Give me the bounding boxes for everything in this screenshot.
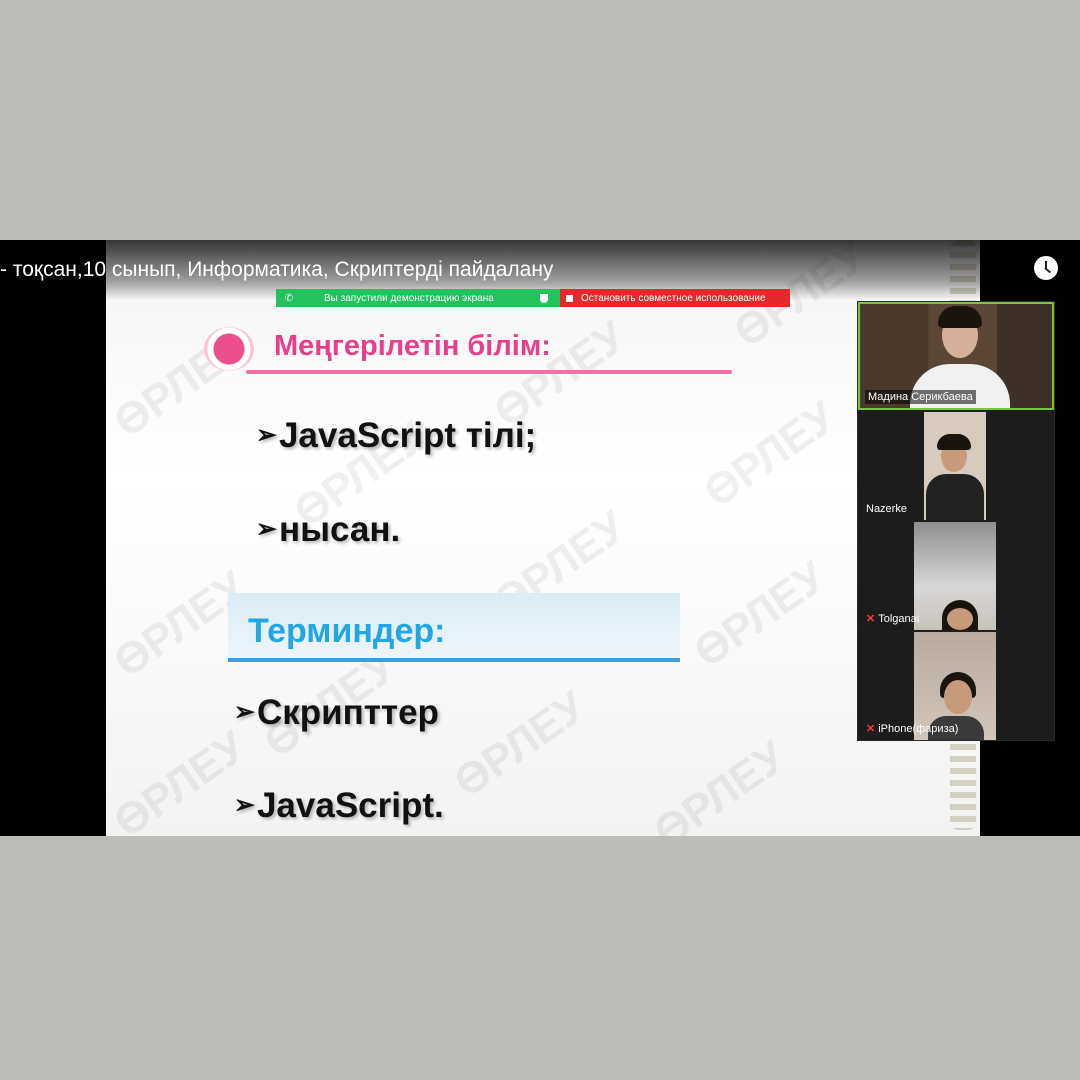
bullet-text: JavaScript тілі; (278, 416, 537, 455)
stop-share-button[interactable]: Остановить совместное использование (560, 289, 790, 307)
mic-off-icon: ✕ (866, 723, 876, 735)
share-status-label: Вы запустили демонстрацию экрана (324, 292, 494, 304)
term-text: JavaScript. (256, 786, 444, 825)
arrow-bullet-icon: ➢ (234, 791, 255, 819)
terms-underline (228, 658, 680, 662)
participant-clothes (926, 474, 984, 520)
participant-tile[interactable]: ✕ iPhone(фариза) (858, 632, 1054, 740)
participant-face (944, 680, 972, 714)
arrow-bullet-icon: ➢ (256, 515, 277, 543)
heading-underline (246, 370, 732, 374)
participant-hair (937, 434, 971, 450)
participant-video (914, 522, 996, 630)
stop-share-label: Остановить совместное использование (581, 292, 766, 304)
participant-hair (938, 306, 982, 328)
participant-tile[interactable]: Nazerke (858, 412, 1054, 520)
bullet-item: ➢JavaScript тілі; (256, 416, 536, 456)
phone-icon: ✆ (284, 292, 294, 304)
participant-name: ✕ iPhone(фариза) (863, 721, 961, 736)
watermark: ӨРЛЕУ (106, 721, 255, 836)
participant-name-text: iPhone(фариза) (878, 723, 959, 735)
participant-name: ✕ Tolganai (863, 611, 922, 626)
participant-face (947, 608, 973, 630)
heading-circle-icon (204, 327, 254, 371)
participant-name: Мадина Серикбаева (865, 390, 976, 404)
share-status: ✆ Вы запустили демонстрацию экрана (276, 289, 560, 307)
watermark: ӨРЛЕУ (695, 391, 845, 518)
presentation-slide: ӨРЛЕУ ӨРЛЕУ ӨРЛЕУ ӨРЛЕУ ӨРЛЕУ ӨРЛЕУ ӨРЛЕ… (106, 240, 980, 836)
bullet-text: нысан. (278, 510, 401, 549)
terms-heading: Терминдер: (248, 612, 446, 650)
mic-off-icon: ✕ (866, 613, 876, 625)
slide-heading: Меңгерілетін білім: (274, 330, 551, 362)
watermark: ӨРЛЕУ (445, 681, 595, 808)
participant-name-text: Tolganai (878, 613, 920, 625)
video-title: - тоқсан,10 сынып, Информатика, Скриптер… (0, 258, 554, 281)
participant-name: Nazerke (866, 503, 907, 515)
participant-tile[interactable]: ✕ Tolganai (858, 522, 1054, 630)
term-item: ➢JavaScript. (234, 786, 444, 826)
participants-panel: Мадина Серикбаева Nazerke ✕ Tolganai ✕ i… (857, 301, 1055, 741)
bullet-item: ➢нысан. (256, 510, 400, 550)
term-text: Скрипттер (256, 693, 439, 732)
watermark: ӨРЛЕУ (645, 731, 795, 836)
arrow-bullet-icon: ➢ (234, 698, 255, 726)
arrow-bullet-icon: ➢ (256, 421, 277, 449)
participant-video (924, 412, 986, 520)
term-item: ➢Скрипттер (234, 693, 439, 733)
participant-tile[interactable]: Мадина Серикбаева (858, 302, 1054, 410)
screen-share-view: ӨРЛЕУ ӨРЛЕУ ӨРЛЕУ ӨРЛЕУ ӨРЛЕУ ӨРЛЕУ ӨРЛЕ… (0, 240, 1080, 836)
screen-share-bar: ✆ Вы запустили демонстрацию экрана Остан… (276, 289, 790, 307)
stop-icon (566, 294, 573, 302)
shield-icon (540, 293, 548, 303)
watermark: ӨРЛЕУ (685, 551, 835, 678)
clock-icon[interactable] (1034, 256, 1058, 280)
